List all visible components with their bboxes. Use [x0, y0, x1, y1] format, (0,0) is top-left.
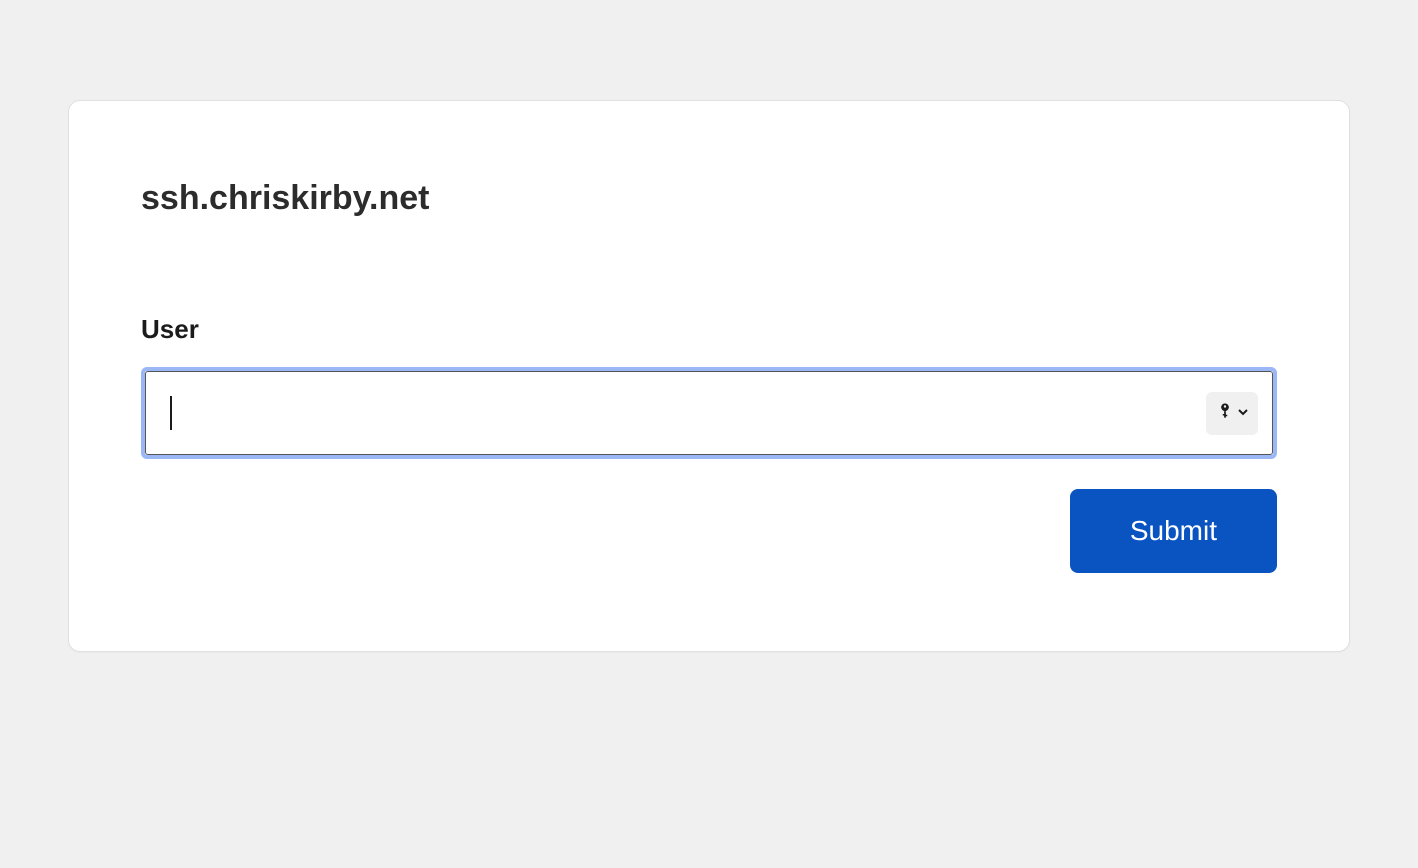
form-actions: Submit — [141, 489, 1277, 573]
submit-button[interactable]: Submit — [1070, 489, 1277, 573]
credential-picker-button[interactable] — [1206, 392, 1258, 435]
login-card: ssh.chriskirby.net User Submit — [68, 100, 1350, 652]
user-input[interactable] — [172, 372, 1206, 454]
user-input-focus-ring — [141, 367, 1277, 459]
user-label: User — [141, 314, 1277, 345]
chevron-down-icon — [1238, 404, 1248, 422]
key-icon — [1216, 400, 1234, 427]
page-title: ssh.chriskirby.net — [141, 179, 1277, 218]
user-input-container — [145, 371, 1273, 455]
